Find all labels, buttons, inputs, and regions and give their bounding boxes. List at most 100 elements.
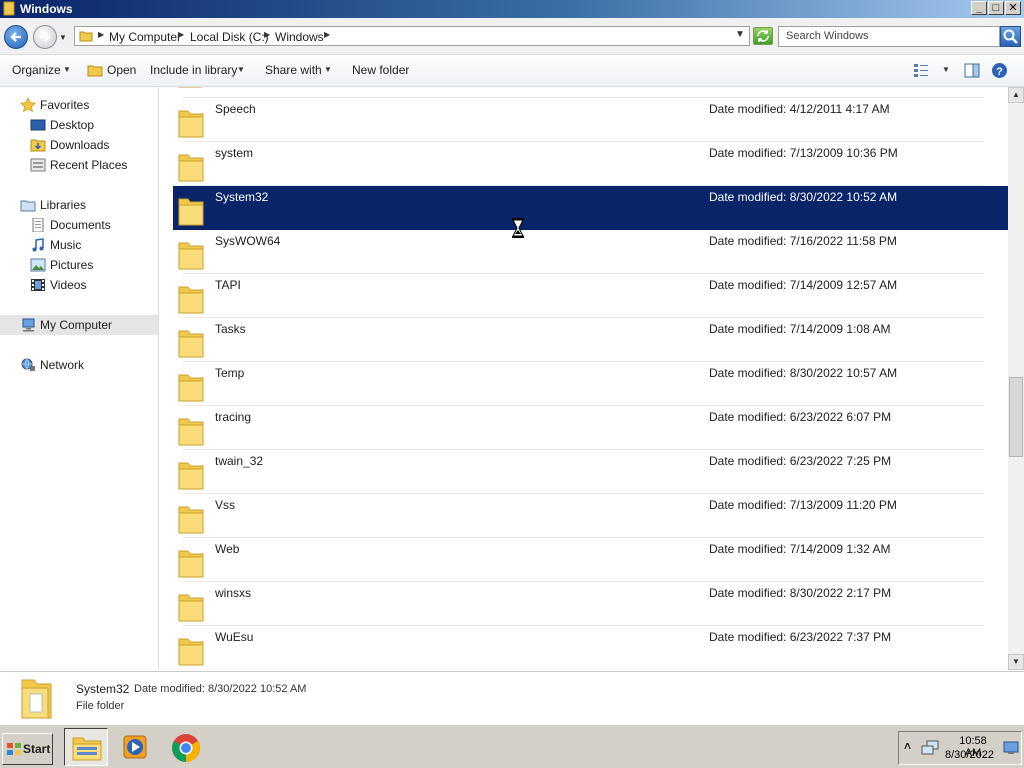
file-date-modified: Date modified: 7/13/2009 11:20 PM <box>709 498 897 512</box>
sidebar-item-my-computer[interactable]: My Computer <box>20 315 150 335</box>
share-with-button[interactable]: Share with <box>265 63 322 77</box>
breadcrumb-arrow-icon[interactable]: ▶ <box>178 30 184 39</box>
folder-icon <box>178 286 204 314</box>
breadcrumb-arrow-icon[interactable]: ▶ <box>264 30 270 39</box>
file-row-speech[interactable]: Speech Date modified: 4/12/2011 4:17 AM <box>173 98 1008 142</box>
recent-pages-dropdown[interactable]: ▼ <box>59 33 67 42</box>
folder-icon <box>178 242 204 270</box>
file-row-tracing[interactable]: tracing Date modified: 6/23/2022 6:07 PM <box>173 406 1008 450</box>
sidebar-item-downloads[interactable]: Downloads <box>30 135 150 155</box>
folder-icon <box>178 594 204 622</box>
file-row-web[interactable]: Web Date modified: 7/14/2009 1:32 AM <box>173 538 1008 582</box>
command-bar: Organize ▼ Open Include in library ▼ Sha… <box>0 55 1024 87</box>
taskbar-media-player-button[interactable] <box>113 728 157 766</box>
hourglass-cursor-icon <box>512 218 524 238</box>
folder-icon <box>178 462 204 490</box>
sidebar-item-videos[interactable]: Videos <box>30 275 150 295</box>
show-hidden-icons-button[interactable]: ˄ <box>904 739 911 753</box>
desktop-icon <box>30 119 46 131</box>
back-button[interactable] <box>4 25 28 49</box>
preview-pane-icon[interactable] <box>964 63 980 78</box>
taskbar-chrome-button[interactable] <box>164 728 208 766</box>
breadcrumb-local-disk[interactable]: Local Disk (C:) <box>190 30 269 44</box>
sidebar-item-music[interactable]: Music <box>30 235 150 255</box>
open-folder-icon <box>87 65 103 77</box>
sidebar-item-favorites[interactable]: Favorites <box>20 95 150 115</box>
folder-icon <box>79 31 93 42</box>
file-name: Vss <box>215 498 236 512</box>
details-file-type: File folder <box>76 700 125 712</box>
taskbar-explorer-button[interactable] <box>64 728 108 766</box>
include-in-library-button[interactable]: Include in library <box>150 63 237 77</box>
back-arrow-icon <box>10 32 21 42</box>
chevron-down-icon[interactable]: ▼ <box>942 65 950 74</box>
search-button[interactable] <box>1000 26 1021 47</box>
view-options-icon[interactable] <box>913 63 929 78</box>
breadcrumb-arrow-icon[interactable]: ▶ <box>324 30 330 39</box>
title-bar: Windows _ □ ✕ <box>0 0 1024 18</box>
clock-date[interactable]: 8/30/2022 <box>945 749 994 761</box>
folder-icon <box>21 679 52 719</box>
file-row-syswow64[interactable]: SysWOW64 Date modified: 7/16/2022 11:58 … <box>173 230 1008 274</box>
vertical-scrollbar[interactable]: ▲ ▼ <box>1008 87 1024 670</box>
file-row-temp[interactable]: Temp Date modified: 8/30/2022 10:57 AM <box>173 362 1008 406</box>
sidebar-item-desktop[interactable]: Desktop <box>30 115 150 135</box>
chrome-icon <box>172 734 200 762</box>
file-name: system <box>215 146 254 160</box>
file-name: winsxs <box>215 586 252 600</box>
breadcrumb-my-computer[interactable]: My Computer <box>109 30 181 44</box>
maximize-button[interactable]: □ <box>988 1 1004 15</box>
file-row-system[interactable]: system Date modified: 7/13/2009 10:36 PM <box>173 142 1008 186</box>
file-row-system32[interactable]: System32 Date modified: 8/30/2022 10:52 … <box>173 186 1008 230</box>
network-status-icon[interactable] <box>921 740 939 756</box>
sidebar-item-network[interactable]: Network <box>20 355 150 375</box>
file-date-modified: Date modified: 8/30/2022 10:57 AM <box>709 366 898 380</box>
folder-icon <box>178 374 204 402</box>
organize-button[interactable]: Organize <box>12 63 61 77</box>
file-row-tapi[interactable]: TAPI Date modified: 7/14/2009 12:57 AM <box>173 274 1008 318</box>
file-name: twain_32 <box>215 454 264 468</box>
file-row-wuesu[interactable]: WuEsu Date modified: 6/23/2022 7:37 PM <box>173 626 1008 670</box>
chevron-down-icon[interactable]: ▼ <box>63 65 71 74</box>
address-bar[interactable]: ▶ My Computer ▶ Local Disk (C:) ▶ Window… <box>74 26 750 46</box>
minimize-button[interactable]: _ <box>971 1 987 15</box>
file-list: Speech Date modified: 4/12/2011 4:17 AM … <box>159 87 1008 670</box>
file-date-modified: Date modified: 6/23/2022 6:07 PM <box>709 410 892 424</box>
sidebar-item-pictures[interactable]: Pictures <box>30 255 150 275</box>
file-row-twain-32[interactable]: twain_32 Date modified: 6/23/2022 7:25 P… <box>173 450 1008 494</box>
address-dropdown-button[interactable]: ▼ <box>735 29 745 40</box>
sidebar-item-libraries[interactable]: Libraries <box>20 195 150 215</box>
network-icon <box>21 358 35 371</box>
close-button[interactable]: ✕ <box>1005 1 1021 15</box>
refresh-button[interactable] <box>753 27 773 45</box>
file-date-modified: Date modified: 7/14/2009 1:32 AM <box>709 542 891 556</box>
folder-icon <box>178 330 204 358</box>
sidebar-item-documents[interactable]: Documents <box>30 215 150 235</box>
star-icon <box>20 98 36 112</box>
file-row-winsxs[interactable]: winsxs Date modified: 8/30/2022 2:17 PM <box>173 582 1008 626</box>
file-name: WuEsu <box>215 630 254 644</box>
scroll-thumb[interactable] <box>1009 377 1023 457</box>
scroll-down-button[interactable]: ▼ <box>1008 654 1024 670</box>
file-date-modified: Date modified: 7/14/2009 1:08 AM <box>709 322 891 336</box>
search-input[interactable]: Search Windows <box>778 26 1000 47</box>
chevron-down-icon[interactable]: ▼ <box>324 65 332 74</box>
file-name: Temp <box>215 366 245 380</box>
details-date-modified: Date modified: 8/30/2022 10:52 AM <box>134 683 307 695</box>
open-button[interactable]: Open <box>107 63 136 77</box>
breadcrumb-windows[interactable]: Windows <box>275 30 324 44</box>
file-date-modified: Date modified: 8/30/2022 10:52 AM <box>709 190 898 204</box>
scroll-up-button[interactable]: ▲ <box>1008 87 1024 103</box>
forward-arrow-icon <box>40 32 51 42</box>
folder-icon <box>3 1 15 16</box>
file-row-vss[interactable]: Vss Date modified: 7/13/2009 11:20 PM <box>173 494 1008 538</box>
chevron-down-icon[interactable]: ▼ <box>237 65 245 74</box>
show-desktop-icon[interactable] <box>1003 741 1019 755</box>
help-icon[interactable]: ? <box>991 62 1008 79</box>
new-folder-button[interactable]: New folder <box>352 63 409 77</box>
sidebar-item-recent-places[interactable]: Recent Places <box>30 155 155 175</box>
start-button[interactable]: Start <box>2 733 53 765</box>
computer-icon <box>22 318 35 332</box>
file-row-tasks[interactable]: Tasks Date modified: 7/14/2009 1:08 AM <box>173 318 1008 362</box>
forward-button[interactable] <box>33 25 57 49</box>
